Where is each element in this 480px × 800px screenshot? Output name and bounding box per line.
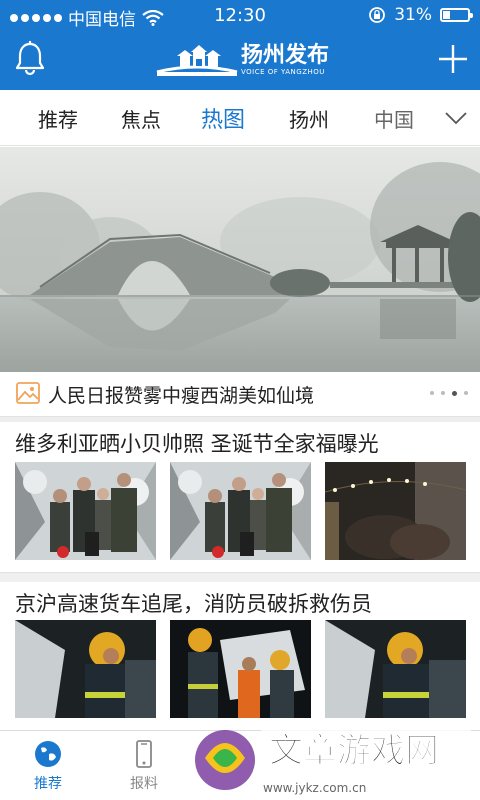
app-header: 中国电信 12:30 31% 扬州发布 VOICE OF YANGZHOU <box>0 0 480 90</box>
pager-dot <box>441 391 445 395</box>
news-item[interactable]: 京沪高速货车追尾，消防员破拆救伤员 <box>0 582 480 732</box>
app-bar: 扬州发布 VOICE OF YANGZHOU <box>0 30 480 90</box>
tab-hot-images[interactable]: 热图 <box>201 102 245 134</box>
tab-recommend[interactable]: 推荐 <box>38 104 78 133</box>
tab-yangzhou[interactable]: 扬州 <box>289 104 329 133</box>
logo-subtitle: VOICE OF YANGZHOU <box>241 68 325 76</box>
image-icon <box>16 382 40 404</box>
plus-icon[interactable] <box>436 42 470 76</box>
news-thumbnail[interactable] <box>325 462 466 560</box>
tab-china[interactable]: 中国 <box>374 104 414 133</box>
chevron-down-icon[interactable] <box>444 108 468 128</box>
svg-text:www.jykz.com.cn: www.jykz.com.cn <box>263 781 366 795</box>
app-logo: 扬州发布 VOICE OF YANGZHOU <box>155 40 335 80</box>
pager-dot <box>430 391 434 395</box>
pager-dot-active <box>452 390 457 396</box>
news-title: 维多利亚晒小贝帅照 圣诞节全家福曝光 <box>15 432 379 456</box>
banner-caption[interactable]: 人民日报赞雾中瘦西湖美如仙境 <box>0 372 480 416</box>
globe-icon <box>35 741 61 767</box>
pager-dot <box>464 391 468 395</box>
news-item[interactable]: 维多利亚晒小贝帅照 圣诞节全家福曝光 <box>0 422 480 572</box>
nav-report[interactable]: 报料 <box>114 739 174 793</box>
svg-text:文章游戏网: 文章游戏网 <box>269 731 439 771</box>
banner-title: 人民日报赞雾中瘦西湖美如仙境 <box>48 385 315 407</box>
battery-percent: 31% <box>394 5 432 25</box>
featured-banner-image[interactable] <box>0 147 480 372</box>
nav-recommend[interactable]: 推荐 <box>18 739 78 793</box>
battery-icon <box>440 8 473 22</box>
tab-focus[interactable]: 焦点 <box>121 104 161 133</box>
battery-status: 31% <box>368 5 473 25</box>
pavilion-logo-icon <box>156 45 238 76</box>
logo-wordmark: 扬州发布 VOICE OF YANGZHOU <box>241 43 330 77</box>
nav-label: 推荐 <box>34 776 62 792</box>
news-thumbnail[interactable] <box>170 462 311 560</box>
orientation-lock-icon <box>369 7 386 23</box>
news-title: 京沪高速货车追尾，消防员破拆救伤员 <box>15 592 372 616</box>
banner-pager <box>430 390 468 396</box>
news-thumbnail[interactable] <box>170 620 311 718</box>
phone-icon <box>136 740 152 768</box>
section-divider <box>0 572 480 582</box>
logo-title: 扬州发布 <box>241 43 330 68</box>
watermark-logo: 文章游戏网 www.jykz.com.cn <box>183 718 480 800</box>
nav-label: 报料 <box>130 776 158 792</box>
news-thumbnail[interactable] <box>15 462 156 560</box>
category-tabs: 推荐 焦点 热图 扬州 中国 <box>0 90 480 146</box>
news-thumbnail[interactable] <box>325 620 466 718</box>
bell-icon[interactable] <box>12 40 48 76</box>
news-thumbnail[interactable] <box>15 620 156 718</box>
misty-lake-photo <box>0 147 480 372</box>
status-bar: 中国电信 12:30 31% <box>0 0 480 30</box>
